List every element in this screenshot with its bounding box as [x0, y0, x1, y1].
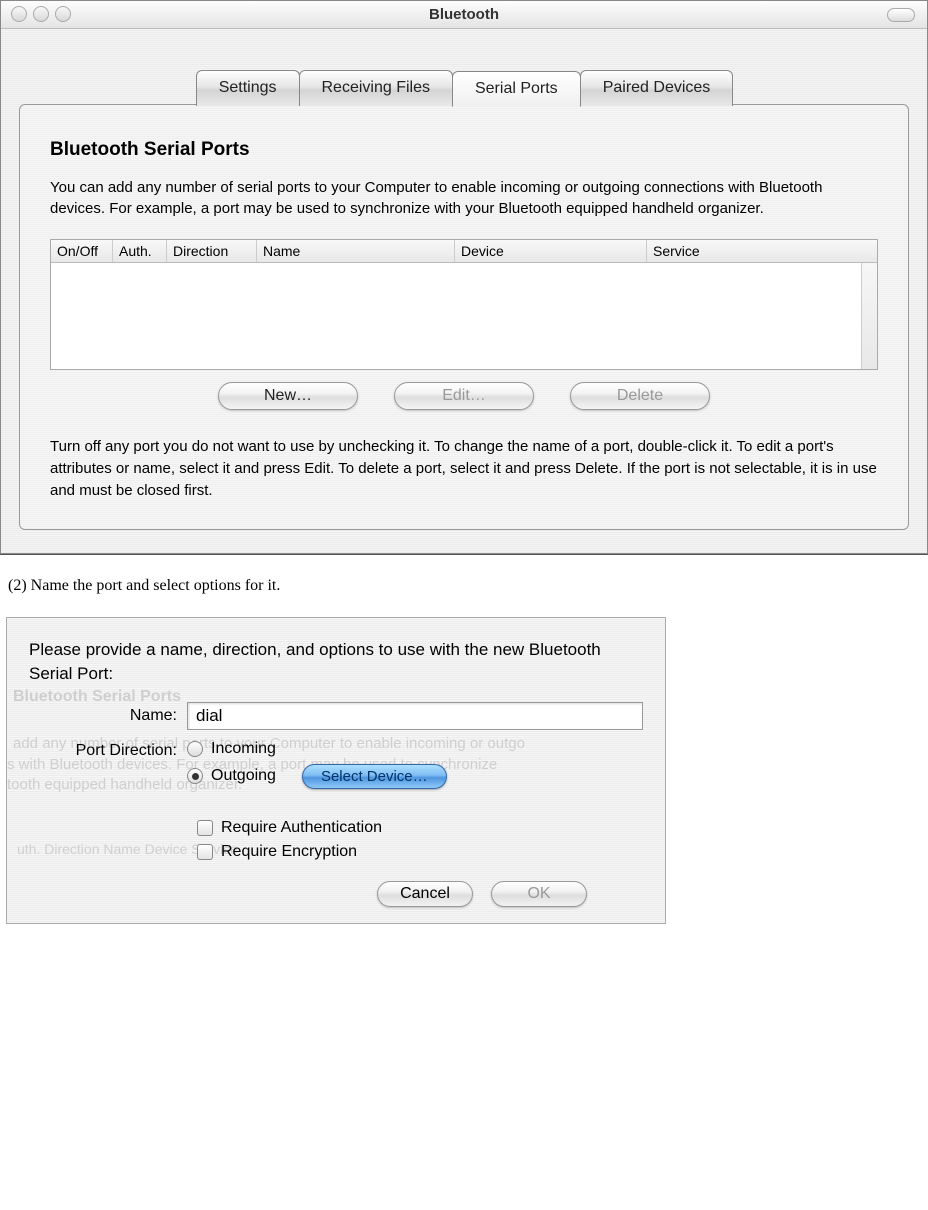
checkbox-icon [197, 820, 213, 836]
pane-description: You can add any number of serial ports t… [50, 177, 878, 219]
select-device-button[interactable]: Select Device… [302, 764, 447, 789]
radio-incoming-label: Incoming [211, 740, 276, 758]
new-port-dialog: Bluetooth Serial Ports add any number of… [6, 617, 666, 924]
window-title: Bluetooth [429, 6, 499, 23]
pane-hint: Turn off any port you do not want to use… [50, 436, 878, 501]
checkbox-icon [197, 844, 213, 860]
col-name[interactable]: Name [257, 240, 455, 262]
tab-serial-ports[interactable]: Serial Ports [452, 71, 581, 107]
tab-paired-devices[interactable]: Paired Devices [580, 70, 734, 106]
radio-incoming[interactable]: Incoming [187, 740, 447, 758]
name-label: Name: [29, 707, 187, 725]
col-device[interactable]: Device [455, 240, 647, 262]
tab-settings[interactable]: Settings [196, 70, 300, 106]
direction-row: Port Direction: Incoming Outgoing Select… [29, 740, 643, 789]
tabs: Settings Receiving Files Serial Ports Pa… [1, 69, 927, 105]
col-auth[interactable]: Auth. [113, 240, 167, 262]
table-body[interactable] [51, 263, 877, 369]
window-controls [11, 6, 71, 22]
edit-button: Edit… [394, 382, 534, 410]
zoom-icon[interactable] [55, 6, 71, 22]
direction-label: Port Direction: [29, 740, 187, 760]
col-onoff[interactable]: On/Off [51, 240, 113, 262]
name-row: Name: [29, 702, 643, 730]
require-auth-label: Require Authentication [221, 819, 382, 837]
table-header: On/Off Auth. Direction Name Device Servi… [51, 240, 877, 263]
step-caption: (2) Name the port and select options for… [0, 555, 928, 617]
require-encryption-checkbox[interactable]: Require Encryption [197, 843, 643, 861]
require-auth-checkbox[interactable]: Require Authentication [197, 819, 643, 837]
require-encryption-label: Require Encryption [221, 843, 357, 861]
titlebar: Bluetooth [1, 1, 927, 29]
radio-icon [187, 741, 203, 757]
name-input[interactable] [187, 702, 643, 730]
scrollbar[interactable] [861, 263, 877, 369]
cancel-button[interactable]: Cancel [377, 881, 473, 907]
pane-heading: Bluetooth Serial Ports [50, 139, 878, 161]
col-service[interactable]: Service [647, 240, 877, 262]
dialog-buttons: Cancel OK [29, 881, 643, 907]
close-icon[interactable] [11, 6, 27, 22]
serial-ports-pane: Bluetooth Serial Ports You can add any n… [19, 104, 909, 530]
radio-outgoing[interactable]: Outgoing [187, 767, 276, 785]
ok-button: OK [491, 881, 587, 907]
minimize-icon[interactable] [33, 6, 49, 22]
new-button[interactable]: New… [218, 382, 358, 410]
delete-button: Delete [570, 382, 710, 410]
table-buttons: New… Edit… Delete [50, 382, 878, 410]
options-col: Require Authentication Require Encryptio… [197, 819, 643, 861]
dialog-prompt: Please provide a name, direction, and op… [29, 638, 643, 686]
radio-icon [187, 768, 203, 784]
col-direction[interactable]: Direction [167, 240, 257, 262]
bluetooth-prefs-window: Bluetooth Settings Receiving Files Seria… [0, 0, 928, 554]
ports-table: On/Off Auth. Direction Name Device Servi… [50, 239, 878, 370]
radio-outgoing-label: Outgoing [211, 767, 276, 785]
toolbar-toggle-icon[interactable] [887, 8, 915, 22]
tab-receiving-files[interactable]: Receiving Files [299, 70, 453, 106]
